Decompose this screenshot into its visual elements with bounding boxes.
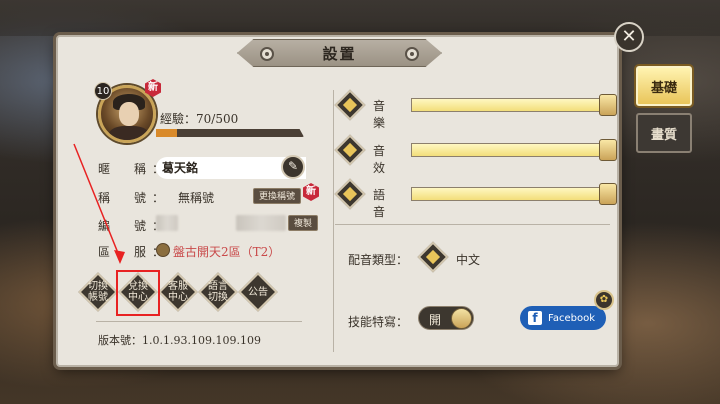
music-label: 音樂 [373,99,386,130]
voice-type-value: 中文 [456,253,481,267]
music-diamond-icon [334,89,366,121]
sfx-slider[interactable] [411,143,611,157]
panel-title: 設置 [322,44,357,63]
sfx-slider-knob[interactable] [599,139,617,161]
redacted-id [156,215,178,231]
skill-closeup-label: 技能特寫： [348,315,409,329]
right-divider [335,224,610,225]
facebook-button[interactable]: f Facebook [520,306,606,330]
pen-icon: ✎ [287,159,299,173]
tab-graphics[interactable]: 畫質 [636,113,692,153]
sfx-diamond-icon [334,134,366,166]
game-top-bar [0,0,720,36]
exp-bar [156,129,304,137]
language-switch-button[interactable]: 語言 切換 [198,272,238,312]
close-icon: ✕ [621,26,637,47]
tab-basic[interactable]: 基礎 [636,66,692,106]
exp-bar-fill [156,129,177,137]
eye-ornament-icon [405,47,419,61]
skill-closeup-toggle[interactable]: 開 [418,306,474,330]
server-icon [156,243,170,257]
voice-volume-label: 語音 [373,188,386,219]
vertical-divider [333,90,334,352]
highlight-box [116,270,160,316]
sfx-label: 音效 [373,144,386,175]
voice-type-label: 配音類型： [348,253,409,267]
eye-ornament-icon [260,47,274,61]
voice-slider[interactable] [411,187,611,201]
level-badge: 10 [94,82,112,100]
change-title-button[interactable]: 更換稱號 [253,188,302,204]
version-label: 版本號：1.0.1.93.109.109.109 [98,334,261,347]
music-slider[interactable] [411,98,611,112]
redacted-id [236,215,286,231]
horizontal-divider [96,321,302,322]
voice-type-selector[interactable] [417,241,449,273]
gift-icon[interactable]: ✿ [594,290,614,310]
customer-service-button[interactable]: 客服 中心 [158,272,198,312]
server-value: 盤古開天2區（T2） [173,245,281,259]
close-button[interactable]: ✕ [614,22,644,52]
voice-diamond-icon [334,178,366,210]
toggle-knob [451,308,472,329]
edit-nickname-button[interactable]: ✎ [281,155,305,179]
pointer-arrow [73,143,125,264]
announcement-button[interactable]: 公告 [238,272,278,312]
title-bar: 設置 [237,39,442,67]
facebook-icon: f [528,311,542,325]
copy-button[interactable]: 複製 [288,215,319,231]
exp-label: 經驗：70/500 [160,112,239,126]
switch-account-button[interactable]: 切換 帳號 [78,272,118,312]
music-slider-knob[interactable] [599,94,617,116]
title-value: 無稱號 [178,191,215,205]
voice-slider-knob[interactable] [599,183,617,205]
